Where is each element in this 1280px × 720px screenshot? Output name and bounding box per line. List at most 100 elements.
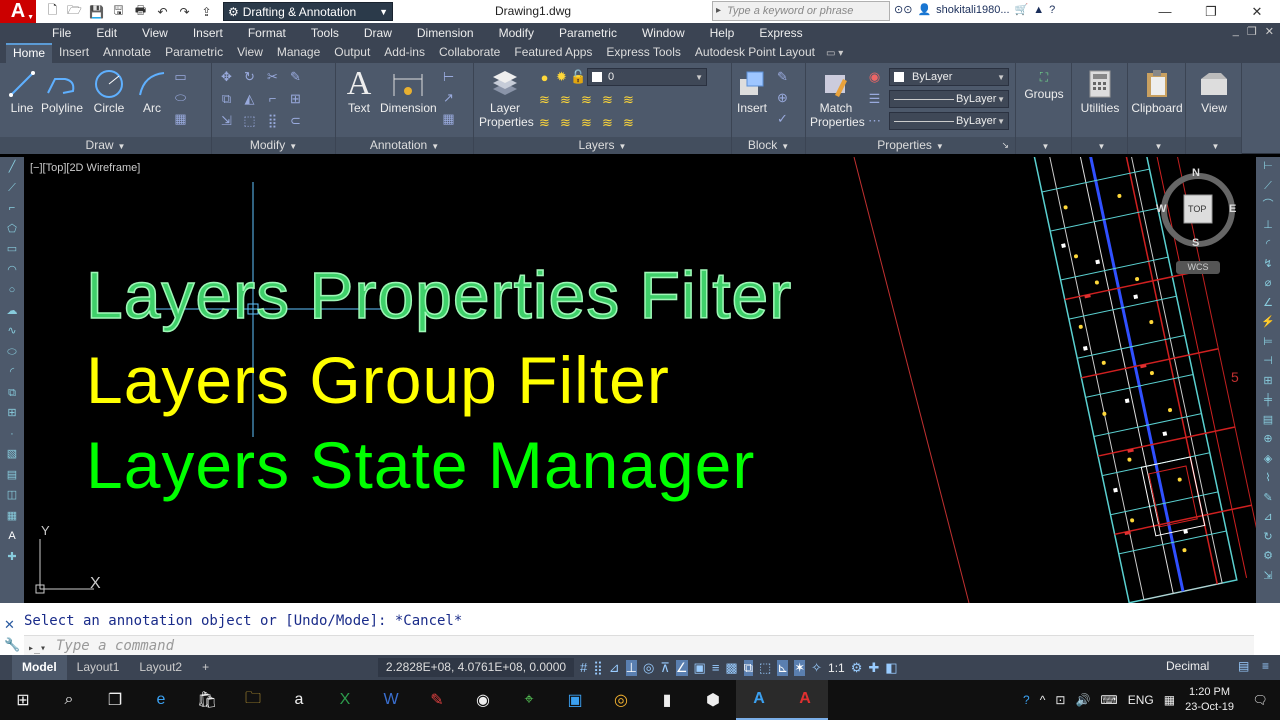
close-button[interactable]: ✕ [1234,0,1280,23]
clock[interactable]: 1:20 PM 23-Oct-19 [1185,685,1234,715]
ortho-icon[interactable]: ⊥ [625,659,637,676]
menu-tools[interactable]: Tools [311,26,339,40]
rt-text-edit-icon[interactable]: ⊿ [1256,508,1280,528]
groups-panel-title[interactable]: ▼ [1016,137,1071,154]
annotation-scale[interactable]: 1:1 [828,661,845,675]
linetype-icon[interactable]: ⋯ [866,113,883,130]
boundary-icon[interactable]: ▦ [172,110,189,127]
workspace-gear-icon[interactable]: ⚙ [851,660,863,676]
binoculars-icon[interactable]: ⊙⊙ [894,3,912,16]
copy-icon[interactable]: ⧉ [218,90,235,107]
notification-icon[interactable]: 🗨 [1240,680,1280,720]
new-icon[interactable]: 🗋 [44,3,61,19]
cart-icon[interactable]: 🛒 [1015,3,1029,16]
rt-quick-icon[interactable]: ⚡ [1256,313,1280,333]
clipboard-panel-title[interactable]: ▼ [1128,137,1185,154]
annotation-visibility-icon[interactable]: ✶ [794,659,806,676]
tab-express-tools[interactable]: Express Tools [599,43,687,63]
rt-style-icon[interactable]: ⚙ [1256,547,1280,567]
attribute-icon[interactable]: ✓ [774,110,791,127]
rt-override-icon[interactable]: ⇲ [1256,567,1280,587]
properties-panel-title[interactable]: Properties ▼ ↘ [806,137,1015,154]
hatch-icon[interactable]: ⬭ [172,89,189,106]
menu-insert[interactable]: Insert [193,26,223,40]
layer-tool-3-icon[interactable]: ≋ [578,91,595,108]
scale-icon[interactable]: ⬚ [241,112,258,129]
rt-update-icon[interactable]: ↻ [1256,528,1280,548]
windows-start-icon[interactable]: ⊞ [0,680,46,720]
minimize-button[interactable]: — [1142,0,1188,23]
rt-ordinate-icon[interactable]: ⊥ [1256,216,1280,236]
doc-close-button[interactable]: ✕ [1265,25,1274,38]
draw-panel-title[interactable]: Draw ▼ [0,137,211,154]
lineweight-dropdown[interactable]: ByLayer ▼ [889,90,1009,108]
language-indicator[interactable]: ENG [1128,693,1154,707]
open-icon[interactable]: 🗁 [66,3,83,19]
point-icon[interactable]: · [0,424,24,445]
osnap-icon[interactable]: ▣ [694,660,706,676]
viewport-controls-label[interactable]: [−][Top][2D Wireframe] [30,162,140,174]
wcs-menu[interactable]: WCS [1176,261,1220,274]
edge-icon[interactable]: e [138,680,184,720]
lineweight-icon[interactable]: ☰ [866,91,883,108]
rt-linear-icon[interactable]: ⊢ [1256,157,1280,177]
help-icon[interactable]: ? [1049,4,1055,16]
disc-icon[interactable]: ◉ [460,680,506,720]
revcloud-icon[interactable]: ☁ [0,301,24,322]
fillet-icon[interactable]: ⌐ [264,90,281,107]
linetype-dropdown[interactable]: ByLayer ▼ [889,112,1009,130]
application-menu-button[interactable]: A ▼ [0,0,36,23]
menu-edit[interactable]: Edit [96,26,117,40]
menu-file[interactable]: File [52,26,71,40]
region-icon[interactable]: ◫ [0,485,24,506]
save-icon[interactable]: 💾 [88,4,105,19]
add-layout-icon[interactable]: + [192,655,219,680]
view-button[interactable]: View [1188,67,1240,115]
tab-parametric[interactable]: Parametric [158,43,230,63]
rt-tolerance-icon[interactable]: ▤ [1256,411,1280,431]
layer-tool-9-icon[interactable]: ≋ [578,114,595,131]
lineweight-toggle-icon[interactable]: ≡ [712,660,720,675]
menu-format[interactable]: Format [248,26,286,40]
wrench-icon[interactable]: 🔧 [4,637,20,653]
file-explorer-icon[interactable]: 🗀 [230,680,276,720]
doc-minimize-button[interactable]: _ [1233,25,1239,38]
layers-panel-title[interactable]: Layers ▼ [474,137,731,154]
rt-radius-icon[interactable]: ◜ [1256,235,1280,255]
hatch-tool-icon[interactable]: ▧ [0,444,24,465]
menu-draw[interactable]: Draw [364,26,392,40]
user-name[interactable]: shokitali1980... [936,4,1009,16]
menu-window[interactable]: Window [642,26,685,40]
tab-manage[interactable]: Manage [270,43,327,63]
tab-layout2[interactable]: Layout2 [129,655,192,680]
rt-jogged-icon[interactable]: ↯ [1256,255,1280,275]
leader-icon[interactable]: ↗ [440,89,457,106]
trim-icon[interactable]: ✂ [264,68,281,85]
mtext-icon[interactable]: A [0,526,24,547]
snap-icon[interactable]: ⣿ [593,660,603,676]
otrack-icon[interactable]: ∠ [675,659,688,676]
rotate-icon[interactable]: ↻ [241,68,258,85]
table-icon[interactable]: ▦ [440,110,457,127]
keyboard-icon[interactable]: ▦ [1164,693,1175,707]
layer-tool-11-icon[interactable]: ≋ [620,114,637,131]
dynamic-ucs-icon[interactable]: ⊾ [777,659,789,676]
network-icon[interactable]: ⊡ [1055,693,1065,707]
linear-dim-icon[interactable]: ⊢ [440,68,457,85]
arc-tool-icon[interactable]: ◠ [0,260,24,281]
stretch-icon[interactable]: ⇲ [218,112,235,129]
app-marker-icon[interactable]: ⬢ [690,680,736,720]
share-icon[interactable]: ⇪ [198,4,215,19]
layer-properties-button[interactable]: Layer Properties [479,67,534,129]
layer-tool-8-icon[interactable]: ≋ [557,114,574,131]
compass-west[interactable]: W [1156,203,1166,215]
layer-tool-2-icon[interactable]: ≋ [557,91,574,108]
excel-icon[interactable]: X [322,680,368,720]
print-icon[interactable]: 🖶 [132,3,149,19]
polyline-button[interactable]: Polyline [36,67,88,115]
quick-properties-icon[interactable]: ▤ [1238,659,1249,673]
compass-south[interactable]: S [1192,237,1199,249]
annotation-panel-title[interactable]: Annotation ▼ [336,137,473,154]
volume-icon[interactable]: 🔊 [1075,693,1090,707]
annotation-monitor-icon[interactable]: ✚ [868,660,879,676]
